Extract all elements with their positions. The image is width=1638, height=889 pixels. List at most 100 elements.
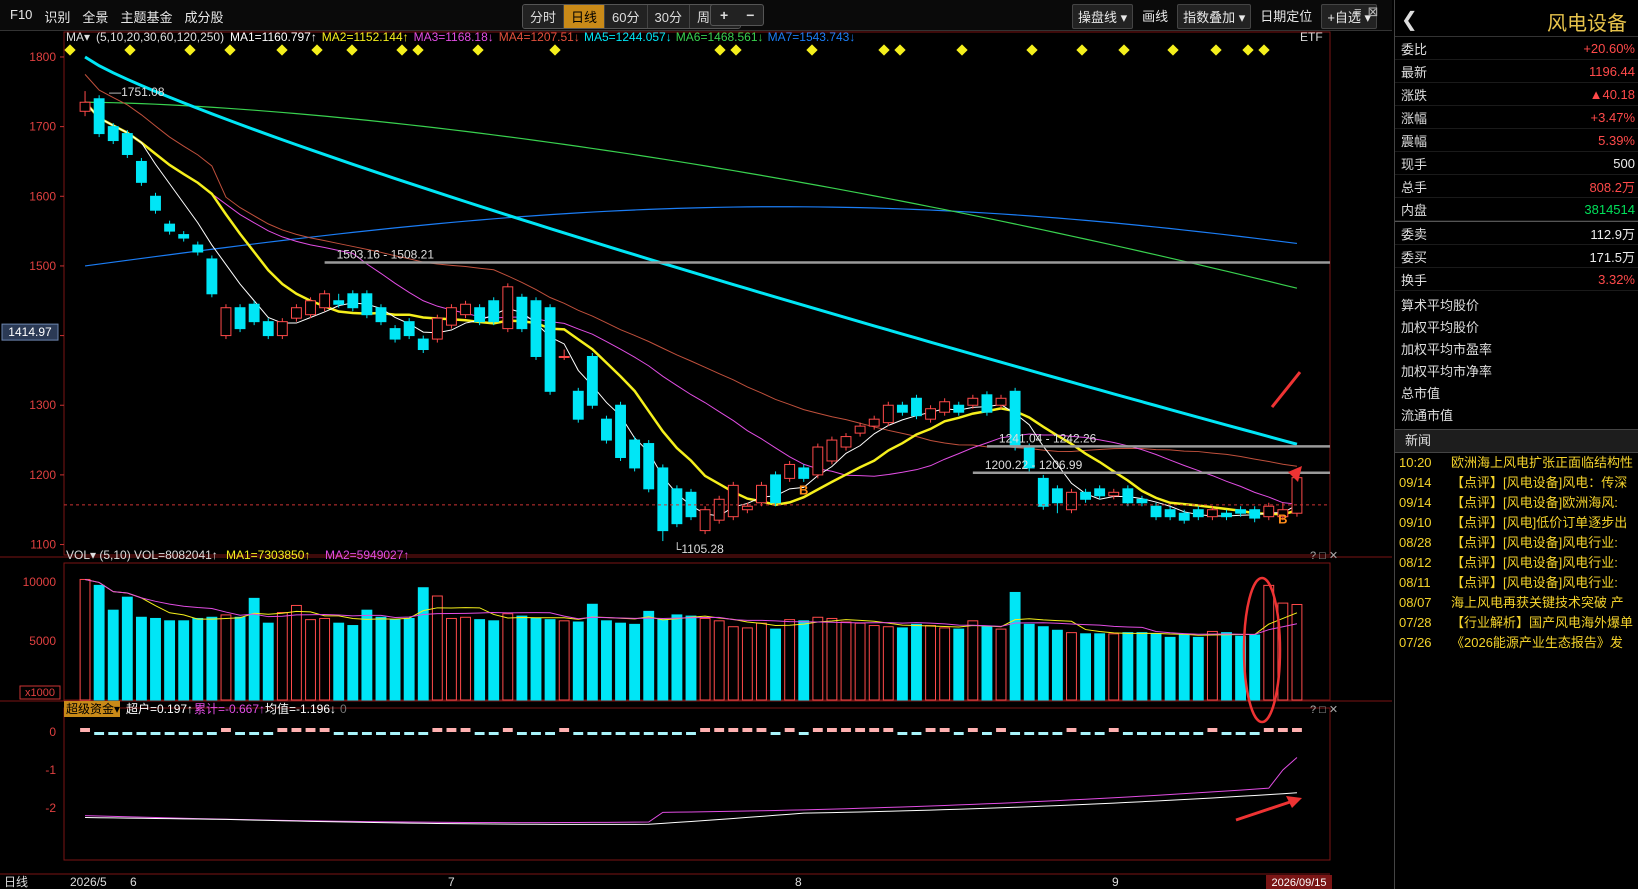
news-item[interactable]: 08/07 海上风电再获关键技术突破 产 — [1395, 593, 1638, 613]
candle — [361, 293, 373, 316]
toolbar-link-1[interactable]: 识别 — [38, 5, 76, 28]
period-tab-2[interactable]: 60分 — [605, 5, 648, 28]
toolbar-link-3[interactable]: 主题基金 — [114, 5, 178, 28]
candle — [854, 425, 866, 434]
news-title: 【行业解析】国产风电海外爆单 — [1451, 615, 1634, 630]
news-item[interactable]: 09/14 【点评】[风电设备]欧洲海风: — [1395, 493, 1638, 513]
fund-bar — [206, 732, 217, 735]
news-item[interactable]: 08/12 【点评】[风电设备]风电行业: — [1395, 553, 1638, 573]
candle — [347, 293, 359, 309]
buy-marker: B — [799, 482, 808, 497]
volume-bar — [178, 620, 190, 701]
toolbar-tool-0[interactable]: 操盘线 ▾ — [1072, 4, 1134, 29]
news-title: 【点评】[风电设备]风电行业: — [1451, 535, 1618, 550]
volume-bar — [121, 596, 133, 701]
volume-bar — [192, 617, 204, 701]
fund-bar — [192, 732, 203, 735]
volume-bar — [572, 621, 584, 701]
toolbar-link-4[interactable]: 成分股 — [178, 5, 229, 28]
period-selector: 分时日线60分30分周线 ▾ — [522, 4, 742, 29]
volume-bar — [1249, 634, 1261, 701]
stat-item[interactable]: 总市值 — [1395, 383, 1638, 405]
volume-bar — [234, 616, 246, 701]
news-time: 09/14 — [1399, 475, 1432, 490]
period-tab-3[interactable]: 30分 — [647, 5, 690, 28]
fund-bar — [1122, 732, 1133, 735]
period-tab-0[interactable]: 分时 — [523, 5, 565, 28]
vol-legend-ma2: MA2=5949027↑ — [325, 548, 409, 562]
news-header[interactable]: 新闻 — [1395, 429, 1638, 453]
volume-bar — [276, 612, 288, 701]
news-item[interactable]: 09/10 【点评】[风电]低价订单逐步出 — [1395, 513, 1638, 533]
toolbar-icons: ≡ ⊠ — [1354, 4, 1379, 20]
candle — [741, 505, 753, 511]
fund-bar — [615, 732, 626, 735]
menu-icon[interactable]: ≡ — [1354, 4, 1362, 20]
quote-panel: ❮ 风电设备 委比 +20.60% 最新 1196.44 涨跌 ▲40.18 涨幅 +3.47… — [1394, 0, 1638, 889]
fund-bar — [347, 732, 358, 735]
stat-item[interactable]: 算术平均股价 — [1395, 295, 1638, 317]
zoom-out-button[interactable]: − — [737, 5, 763, 25]
candle — [1150, 505, 1162, 518]
signal-diamond — [1167, 44, 1179, 56]
volume-bar — [1037, 626, 1049, 701]
fund-bar — [432, 728, 443, 732]
signal-diamond — [806, 44, 818, 56]
candle — [544, 307, 556, 392]
volume-bar — [206, 616, 218, 701]
news-item[interactable]: 08/11 【点评】[风电设备]风电行业: — [1395, 573, 1638, 593]
volume-bar — [1192, 636, 1204, 701]
toolbar-tool-2[interactable]: 指数叠加 ▾ — [1177, 4, 1252, 29]
volume-bar — [262, 622, 274, 701]
signal-diamond — [878, 44, 890, 56]
stat-item[interactable]: 加权平均市净率 — [1395, 361, 1638, 383]
quote-label: 内盘 — [1401, 202, 1428, 218]
news-list: 10:20 欧洲海上风电扩张正面临结构性 09/14 【点评】[风电设备]风电：传深 0… — [1395, 453, 1638, 653]
ma-legend-item: MA5=1244.057↓ — [584, 30, 672, 44]
stock-chart[interactable]: 180017001600150014001300120011001414.971… — [0, 30, 1392, 889]
candle — [882, 404, 894, 424]
band-1505-label: 1503.16 - 1508.21 — [337, 247, 435, 261]
period-tab-1[interactable]: 日线 — [564, 5, 606, 28]
fund-bar — [826, 728, 837, 732]
fund-cum-line — [85, 757, 1298, 824]
volume-bar — [756, 622, 767, 701]
news-item[interactable]: 07/28 【行业解析】国产风电海外爆单 — [1395, 613, 1638, 633]
zoom-in-button[interactable]: + — [711, 5, 737, 25]
news-item[interactable]: 09/14 【点评】[风电设备]风电：传深 — [1395, 473, 1638, 493]
volume-bar — [953, 628, 965, 701]
fund-bar — [390, 732, 401, 735]
stat-item[interactable]: 加权平均市盈率 — [1395, 339, 1638, 361]
volume-bar — [290, 604, 302, 701]
back-arrow-icon[interactable]: ❮ — [1401, 7, 1418, 32]
news-title: 【点评】[风电设备]欧洲海风: — [1451, 495, 1618, 510]
volume-bar — [333, 622, 345, 701]
candle — [615, 404, 626, 458]
quote-row: 涨幅 +3.47% — [1395, 106, 1638, 129]
candle — [305, 300, 316, 316]
stat-item[interactable]: 流通市值 — [1395, 405, 1638, 427]
news-time: 07/28 — [1399, 615, 1432, 630]
candle — [1051, 488, 1063, 504]
fund-bar — [953, 732, 964, 735]
toolbar-tool-3[interactable]: 日期定位 — [1255, 4, 1317, 29]
volume-bar — [854, 622, 866, 701]
toolbar-link-0[interactable]: F10 — [4, 5, 38, 28]
quote-label: 涨跌 — [1401, 87, 1428, 103]
toolbar-link-2[interactable]: 全景 — [76, 5, 114, 28]
candle — [460, 303, 471, 316]
quote-label: 震幅 — [1401, 133, 1428, 149]
collapse-icon[interactable]: ⊠ — [1368, 4, 1379, 20]
volume-bar — [699, 617, 711, 701]
toolbar-tool-1[interactable]: 画线 — [1137, 4, 1173, 29]
fund-bar — [812, 728, 823, 732]
fund-panel-frame — [63, 707, 1331, 861]
news-item[interactable]: 10:20 欧洲海上风电扩张正面临结构性 — [1395, 453, 1638, 473]
news-item[interactable]: 08/28 【点评】[风电设备]风电行业: — [1395, 533, 1638, 553]
news-item[interactable]: 07/26 《2026能源产业生态报告》发 — [1395, 633, 1638, 653]
stat-item[interactable]: 加权平均股价 — [1395, 317, 1638, 339]
fund-bar — [841, 728, 851, 732]
etf-label: ETF — [1300, 30, 1323, 44]
volume-bar — [79, 578, 91, 701]
zoom-controls: + − — [710, 4, 765, 26]
